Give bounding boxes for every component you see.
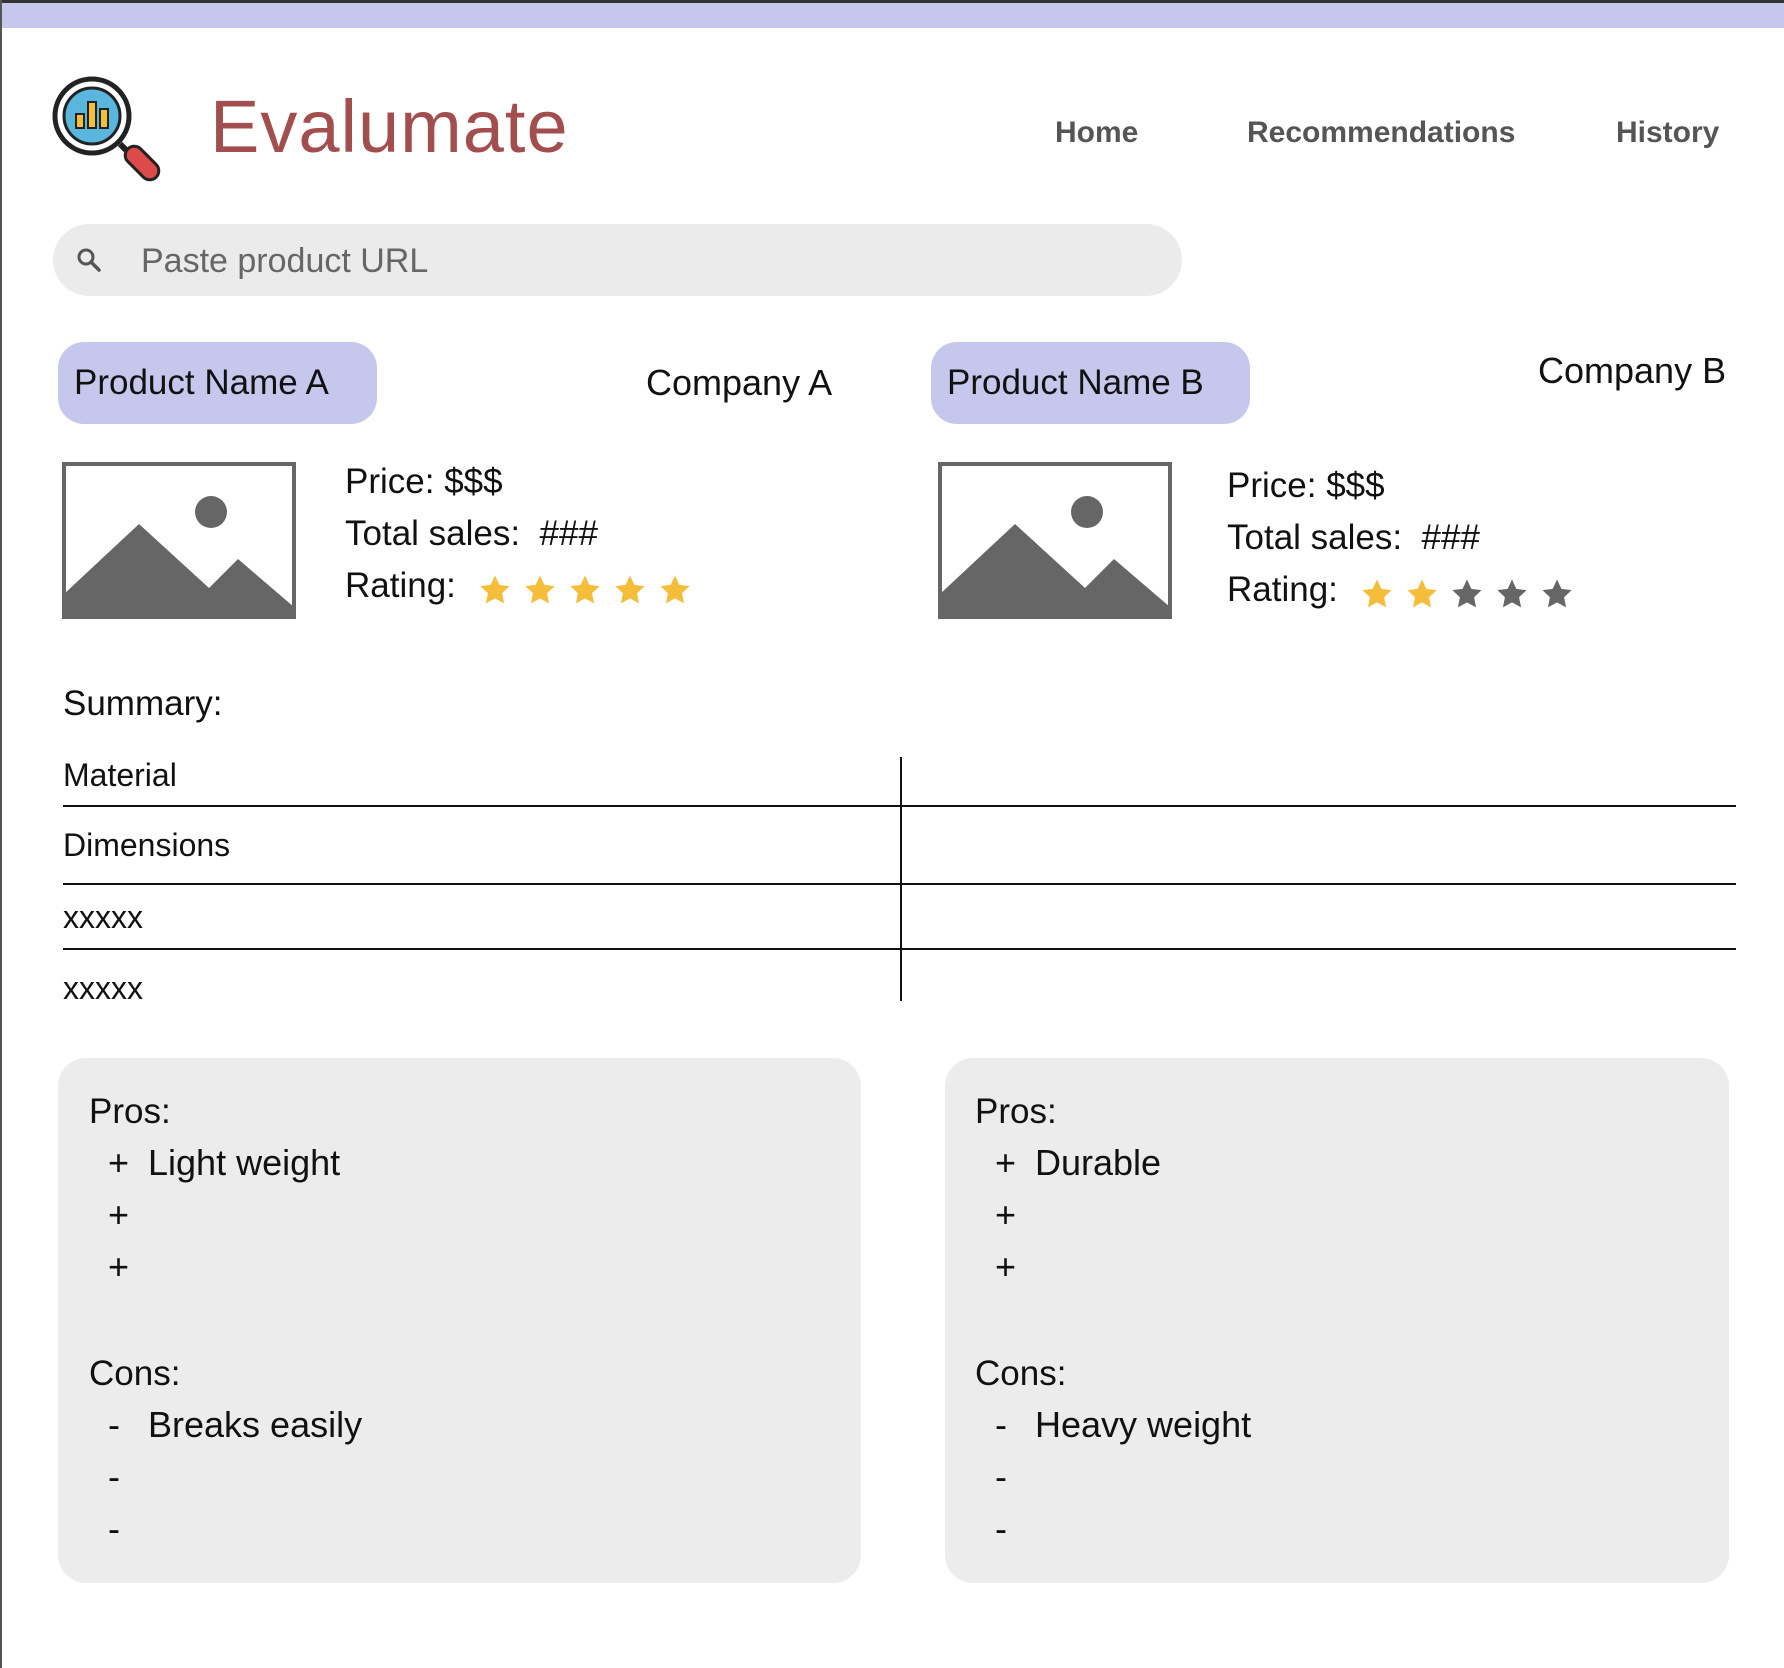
star-filled-icon (1362, 579, 1392, 607)
rating-stars (1360, 566, 1585, 618)
row-divider (63, 805, 1736, 807)
search-bar[interactable] (53, 224, 1182, 296)
row-label: Material (63, 757, 177, 793)
star-filled-icon (525, 575, 555, 603)
row-divider (63, 948, 1736, 950)
app-title: Evalumate (210, 85, 569, 168)
sales-value: ### (1421, 518, 1480, 557)
con-item: - (995, 1456, 1007, 1497)
star-filled-icon (570, 575, 600, 603)
star-empty-icon (1542, 579, 1572, 607)
star-filled-icon (660, 575, 690, 603)
nav-recommendations[interactable]: Recommendations (1247, 116, 1515, 150)
search-input[interactable] (139, 234, 1143, 288)
star-filled-icon (615, 575, 645, 603)
product-info-a: Price: $$$ Total sales: ### Rating: (345, 456, 703, 612)
pro-item: + (995, 1194, 1017, 1235)
pros-cons-card-b: Pros: + Durable + + Cons: - Heavy weight -… (945, 1058, 1729, 1583)
sales-label: Total sales: (1227, 518, 1403, 557)
top-bar (2, 0, 1784, 28)
price-value: $$$ (1326, 466, 1385, 505)
pro-text: Durable (1035, 1142, 1162, 1183)
star-filled-icon (480, 575, 510, 603)
pros-cons-card-a: Pros: + Light weight + + Cons: - Breaks ea… (58, 1058, 861, 1583)
star-empty-icon (1452, 579, 1482, 607)
price-label: Price: (1227, 466, 1317, 505)
price-label: Price: (345, 462, 435, 501)
magnifier-chart-icon (52, 76, 161, 182)
nav-history[interactable]: History (1616, 116, 1719, 150)
row-divider (63, 883, 1736, 885)
company-b: Company B (1538, 350, 1727, 391)
row-label: xxxxx (63, 899, 143, 935)
row-label: xxxxx (63, 970, 143, 1006)
product-name-a[interactable]: Product Name A (58, 342, 377, 424)
star-filled-icon (1407, 579, 1437, 607)
rating-stars (478, 562, 703, 614)
rating-label: Rating: (345, 566, 456, 605)
star-empty-icon (1497, 579, 1527, 607)
cons-title: Cons: (89, 1354, 181, 1393)
sales-value: ### (539, 514, 598, 553)
company-a: Company A (646, 362, 833, 403)
pros-title: Pros: (89, 1092, 171, 1131)
con-text: Breaks easily (148, 1404, 363, 1445)
row-label: Dimensions (63, 827, 231, 863)
con-item: - (995, 1508, 1007, 1549)
product-image-b-icon (938, 462, 1172, 619)
product-name-b[interactable]: Product Name B (931, 342, 1250, 424)
con-item: - Heavy weight (995, 1404, 1252, 1445)
summary-divider (900, 757, 902, 1001)
pro-item: + Light weight (108, 1142, 341, 1183)
product-info-b: Price: $$$ Total sales: ### Rating: (1227, 460, 1585, 616)
pro-item: + (995, 1246, 1017, 1287)
pros-title: Pros: (975, 1092, 1057, 1131)
product-image-a-icon (62, 462, 296, 619)
pro-text: Light weight (148, 1142, 341, 1183)
cons-title: Cons: (975, 1354, 1067, 1393)
pro-item: + (108, 1194, 130, 1235)
pro-item: + Durable (995, 1142, 1162, 1183)
con-item: - (108, 1508, 120, 1549)
price-value: $$$ (444, 462, 503, 501)
search-icon (77, 248, 101, 272)
rating-label: Rating: (1227, 570, 1338, 609)
con-item: - Breaks easily (108, 1404, 363, 1445)
con-text: Heavy weight (1035, 1404, 1252, 1445)
summary-title: Summary: (63, 684, 223, 723)
nav-home[interactable]: Home (1055, 116, 1138, 150)
sales-label: Total sales: (345, 514, 521, 553)
con-item: - (108, 1456, 120, 1497)
pro-item: + (108, 1246, 130, 1287)
